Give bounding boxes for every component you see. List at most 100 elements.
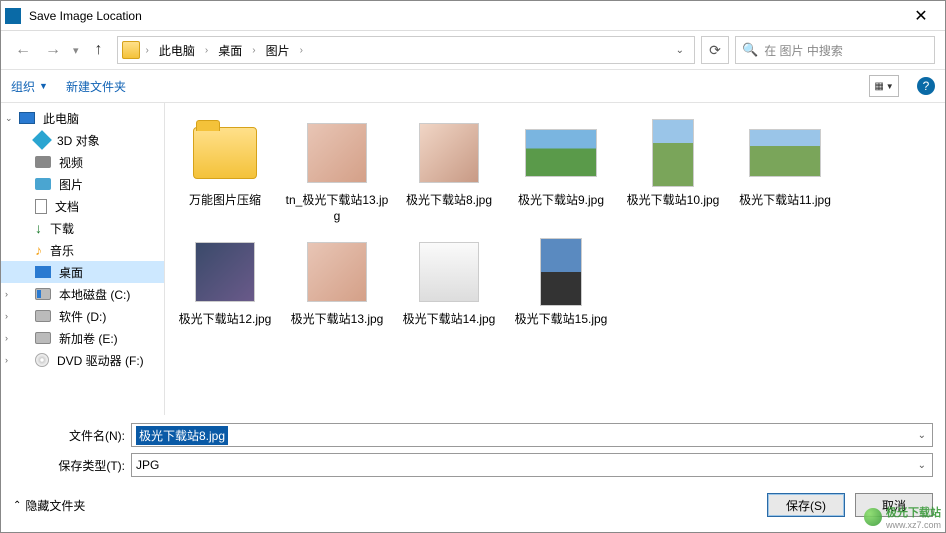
image-thumbnail: [652, 119, 694, 187]
close-button[interactable]: ✕: [901, 6, 941, 26]
sidebar-item-desk[interactable]: 桌面: [1, 261, 164, 283]
chevron-icon: ⌃: [13, 500, 21, 511]
image-item[interactable]: 极光下载站8.jpg: [395, 113, 503, 228]
chevron-right-icon: ›: [252, 45, 255, 56]
filetype-value: JPG: [136, 458, 159, 472]
save-form: 文件名(N): 极光下载站8.jpg ⌄ 保存类型(T): JPG ⌄: [1, 415, 945, 487]
help-button[interactable]: ?: [917, 77, 935, 95]
sidebar-item-label: 3D 对象: [57, 132, 100, 149]
file-name: 万能图片压缩: [189, 193, 261, 209]
titlebar: Save Image Location ✕: [1, 1, 945, 31]
toolbar: 组织 ▼ 新建文件夹 ▦ ▼ ?: [1, 69, 945, 103]
breadcrumb[interactable]: 图片: [262, 40, 294, 61]
image-item[interactable]: tn_极光下载站13.jpg: [283, 113, 391, 228]
file-name: tn_极光下载站13.jpg: [285, 193, 389, 224]
sidebar-item-dl[interactable]: ↓ 下载: [1, 217, 164, 239]
thumbnail: [301, 236, 373, 308]
sidebar: ⌄ 此电脑 3D 对象视频图片文档↓下载♪音乐桌面›本地磁盘 (C:)›软件 (…: [1, 103, 165, 415]
cancel-button[interactable]: 取消: [855, 493, 933, 517]
sidebar-item-label: 音乐: [50, 242, 74, 259]
breadcrumb[interactable]: 此电脑: [155, 40, 199, 61]
file-name: 极光下载站14.jpg: [403, 312, 496, 328]
thumbnail: [189, 236, 261, 308]
sidebar-item-doc[interactable]: 文档: [1, 195, 164, 217]
thumbnail: [413, 236, 485, 308]
image-thumbnail: [307, 123, 367, 183]
sidebar-item-label: 软件 (D:): [59, 308, 106, 325]
image-item[interactable]: 极光下载站10.jpg: [619, 113, 727, 228]
sidebar-item-label: 下载: [50, 220, 74, 237]
expand-icon[interactable]: ›: [5, 355, 8, 365]
image-item[interactable]: 极光下载站15.jpg: [507, 232, 615, 332]
file-name: 极光下载站11.jpg: [739, 193, 831, 209]
image-item[interactable]: 极光下载站13.jpg: [283, 232, 391, 332]
diskc-icon: [35, 288, 51, 300]
address-bar[interactable]: › 此电脑 › 桌面 › 图片 › ⌄: [117, 36, 695, 64]
filename-input[interactable]: 极光下载站8.jpg ⌄: [131, 423, 933, 447]
hide-folders-label: 隐藏文件夹: [25, 497, 85, 514]
chevron-down-icon[interactable]: ⌄: [918, 430, 926, 441]
organize-button[interactable]: 组织 ▼: [11, 78, 48, 95]
sidebar-item-label: 文档: [55, 198, 79, 215]
folder-icon: [122, 41, 140, 59]
expand-icon[interactable]: ›: [5, 289, 8, 299]
desk-icon: [35, 266, 51, 278]
sidebar-item-mus[interactable]: ♪ 音乐: [1, 239, 164, 261]
file-name: 极光下载站13.jpg: [291, 312, 384, 328]
mus-icon: ♪: [35, 243, 42, 257]
image-item[interactable]: 极光下载站12.jpg: [171, 232, 279, 332]
image-thumbnail: [195, 242, 255, 302]
collapse-icon[interactable]: ⌄: [5, 113, 13, 124]
sidebar-item-label: 视频: [59, 154, 83, 171]
sidebar-item-diskc[interactable]: ›本地磁盘 (C:): [1, 283, 164, 305]
up-button[interactable]: ↑: [87, 38, 111, 62]
thumbnail: [413, 117, 485, 189]
folder-item[interactable]: 万能图片压缩: [171, 113, 279, 228]
image-item[interactable]: 极光下载站14.jpg: [395, 232, 503, 332]
sidebar-item-label: 图片: [59, 176, 83, 193]
image-thumbnail: [419, 242, 479, 302]
organize-label: 组织: [11, 78, 35, 95]
address-expand-button[interactable]: ⌄: [670, 45, 690, 56]
save-button[interactable]: 保存(S): [767, 493, 845, 517]
new-folder-button[interactable]: 新建文件夹: [66, 78, 126, 95]
filetype-select[interactable]: JPG ⌄: [131, 453, 933, 477]
sidebar-item-vid[interactable]: 视频: [1, 151, 164, 173]
recent-locations-button[interactable]: ▾: [73, 44, 79, 57]
search-icon: 🔍: [742, 42, 758, 58]
vid-icon: [35, 156, 51, 168]
3d-icon: [32, 130, 52, 150]
expand-icon[interactable]: ›: [5, 333, 8, 343]
chevron-down-icon[interactable]: ⌄: [918, 460, 926, 471]
thumbnail: [301, 117, 373, 189]
footer: ⌃ 隐藏文件夹 保存(S) 取消: [1, 487, 945, 527]
file-name: 极光下载站12.jpg: [179, 312, 272, 328]
disk-icon: [35, 332, 51, 344]
sidebar-item-disk[interactable]: › 软件 (D:): [1, 305, 164, 327]
file-name: 极光下载站8.jpg: [406, 193, 492, 209]
file-list[interactable]: 万能图片压缩 tn_极光下载站13.jpg 极光下载站8.jpg 极光下载站9.jpg…: [165, 103, 945, 415]
dl-icon: ↓: [35, 221, 42, 235]
folder-icon: [193, 127, 257, 179]
image-thumbnail: [307, 242, 367, 302]
view-options-button[interactable]: ▦ ▼: [869, 75, 899, 97]
breadcrumb[interactable]: 桌面: [214, 40, 246, 61]
sidebar-item-3d[interactable]: 3D 对象: [1, 129, 164, 151]
sidebar-item-disk[interactable]: ›新加卷 (E:): [1, 327, 164, 349]
hide-folders-button[interactable]: ⌃ 隐藏文件夹: [13, 497, 85, 514]
sidebar-item-label: 此电脑: [43, 110, 79, 127]
sidebar-item-img[interactable]: 图片: [1, 173, 164, 195]
forward-button: →: [41, 38, 65, 62]
refresh-button[interactable]: ⟳: [701, 36, 729, 64]
search-placeholder: 在 图片 中搜索: [764, 42, 843, 59]
back-button[interactable]: ←: [11, 38, 35, 62]
sidebar-item-dvd[interactable]: ›DVD 驱动器 (F:): [1, 349, 164, 371]
image-item[interactable]: 极光下载站9.jpg: [507, 113, 615, 228]
expand-icon[interactable]: ›: [5, 311, 8, 321]
image-item[interactable]: 极光下载站11.jpg: [731, 113, 839, 228]
image-thumbnail: [525, 129, 597, 177]
search-input[interactable]: 🔍 在 图片 中搜索: [735, 36, 935, 64]
sidebar-item-this-pc[interactable]: ⌄ 此电脑: [1, 107, 164, 129]
pc-icon: [19, 112, 35, 124]
image-thumbnail: [419, 123, 479, 183]
